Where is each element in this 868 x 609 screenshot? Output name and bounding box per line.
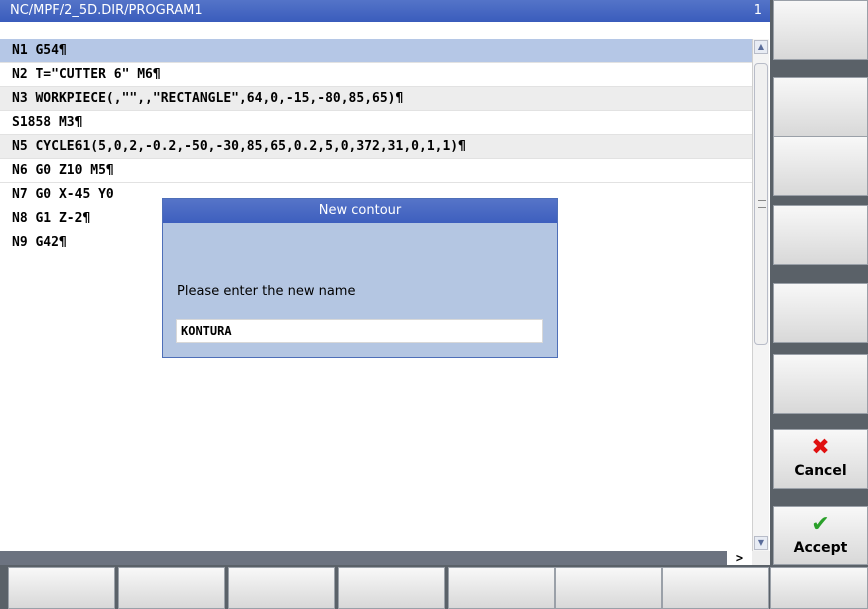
horizontal-softkey-bar: [0, 565, 868, 609]
vertical-softkey-3[interactable]: [773, 136, 868, 196]
horizontal-softkey-5[interactable]: [448, 567, 555, 609]
scrollbar-corner: [752, 551, 770, 565]
program-line[interactable]: N2 T="CUTTER 6" M6¶: [0, 63, 752, 87]
accept-label: Accept: [793, 540, 848, 556]
cancel-icon: ✖: [811, 435, 830, 460]
editor-title-bar: NC/MPF/2_5D.DIR/PROGRAM1 1: [0, 0, 770, 22]
vertical-softkey-2[interactable]: [773, 77, 868, 137]
vertical-softkey-4[interactable]: [773, 205, 868, 265]
scroll-right-icon[interactable]: >: [727, 551, 752, 565]
vertical-scrollbar[interactable]: ▲ ▼: [752, 39, 769, 551]
vertical-softkey-5[interactable]: [773, 283, 868, 343]
dialog-prompt: Please enter the new name: [177, 284, 356, 299]
cancel-button[interactable]: ✖ Cancel: [773, 429, 868, 489]
program-line[interactable]: S1858 M3¶: [0, 111, 752, 135]
dialog-title: New contour: [163, 199, 557, 223]
grip-icon: [758, 200, 766, 208]
horizontal-softkey-4[interactable]: [338, 567, 445, 609]
program-line-selected[interactable]: N1 G54¶: [0, 39, 752, 63]
accept-icon: ✔: [811, 512, 830, 537]
horizontal-softkey-2[interactable]: [118, 567, 225, 609]
new-contour-dialog: New contour Please enter the new name KO…: [162, 198, 558, 358]
vertical-softkey-1[interactable]: [773, 0, 868, 60]
accept-button[interactable]: ✔ Accept: [773, 506, 868, 565]
program-line[interactable]: N5 CYCLE61(5,0,2,-0.2,-50,-30,85,65,0.2,…: [0, 135, 752, 159]
vertical-softkey-bar: ✖ Cancel ✔ Accept: [770, 0, 868, 609]
horizontal-softkey-1[interactable]: [8, 567, 115, 609]
horizontal-softkey-3[interactable]: [228, 567, 335, 609]
cancel-label: Cancel: [794, 463, 847, 479]
horizontal-softkey-7[interactable]: [662, 567, 769, 609]
line-indicator: 1: [753, 3, 762, 18]
program-path: NC/MPF/2_5D.DIR/PROGRAM1: [10, 3, 203, 18]
horizontal-scrollbar: >: [0, 551, 770, 565]
contour-name-input[interactable]: KONTURA: [176, 319, 543, 343]
scroll-down-icon[interactable]: ▼: [754, 536, 768, 550]
horizontal-softkey-6[interactable]: [555, 567, 662, 609]
vertical-softkey-6[interactable]: [773, 354, 868, 414]
horizontal-softkey-8[interactable]: [770, 567, 868, 609]
scrollbar-thumb[interactable]: [754, 63, 768, 345]
scroll-up-icon[interactable]: ▲: [754, 40, 768, 54]
program-line[interactable]: N3 WORKPIECE(,"",,"RECTANGLE",64,0,-15,-…: [0, 87, 752, 111]
program-line[interactable]: N6 G0 Z10 M5¶: [0, 159, 752, 183]
